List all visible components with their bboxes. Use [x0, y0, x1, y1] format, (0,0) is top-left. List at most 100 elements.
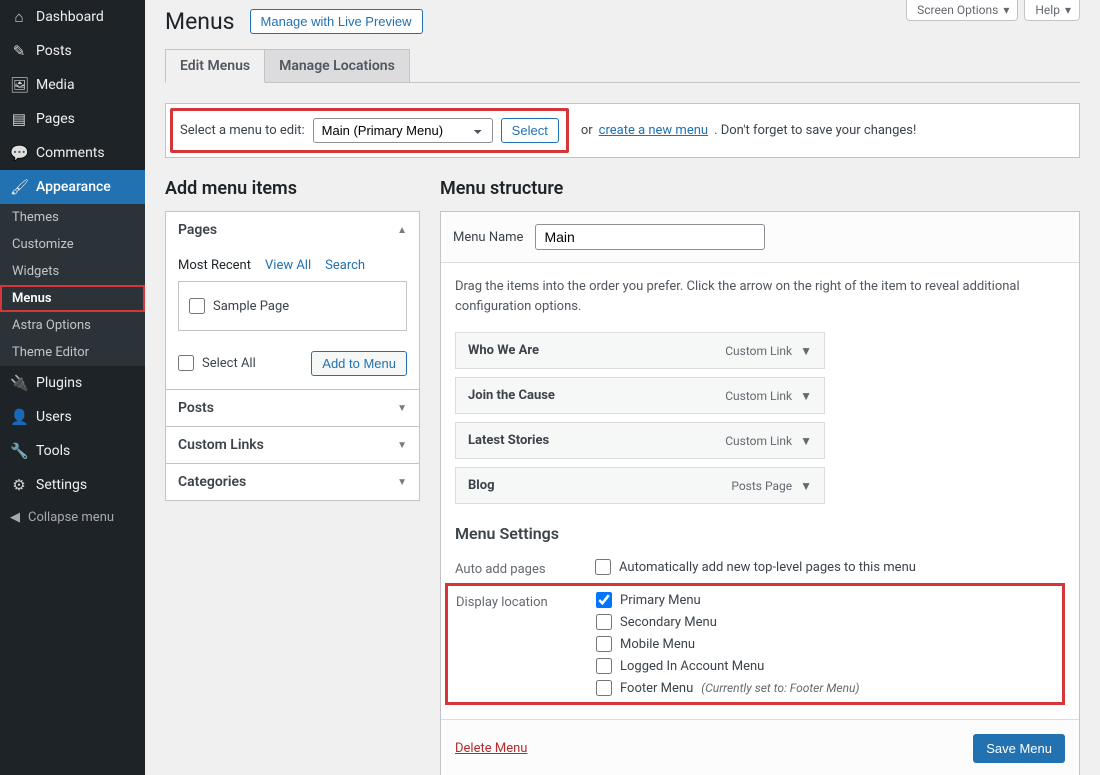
- sidebar-item-comments[interactable]: 💬 Comments: [0, 136, 145, 170]
- sidebar-item-label: Tools: [36, 443, 70, 459]
- select-menu-label: Select a menu to edit:: [180, 123, 305, 138]
- subitem-widgets[interactable]: Widgets: [0, 258, 145, 285]
- menu-item[interactable]: Latest Stories Custom Link ▼: [455, 422, 825, 459]
- chevron-down-icon: ▼: [397, 403, 407, 414]
- page-title: Menus: [165, 8, 235, 35]
- help-toggle[interactable]: Help ▾: [1024, 0, 1080, 21]
- tab-view-all[interactable]: View All: [265, 258, 311, 273]
- categories-panel-toggle[interactable]: Categories ▼: [166, 463, 419, 500]
- checkbox-mobile-menu[interactable]: [596, 636, 612, 652]
- delete-menu-link[interactable]: Delete Menu: [455, 741, 527, 756]
- sidebar-item-tools[interactable]: 🔧 Tools: [0, 434, 145, 468]
- menu-item[interactable]: Blog Posts Page ▼: [455, 467, 825, 504]
- checkbox-secondary-menu[interactable]: [596, 614, 612, 630]
- chevron-down-icon[interactable]: ▼: [800, 389, 812, 403]
- screen-options-toggle[interactable]: Screen Options ▾: [906, 0, 1018, 21]
- menu-name-input[interactable]: [535, 224, 765, 250]
- admin-sidebar: ⌂ Dashboard ✎ Posts 🖼 Media ▤ Pages 💬 Co…: [0, 0, 145, 775]
- menu-item-type: Custom Link: [725, 344, 792, 358]
- pages-filter-tabs: Most Recent View All Search: [178, 258, 407, 273]
- or-text: or: [581, 123, 593, 138]
- sidebar-item-label: Comments: [36, 145, 105, 161]
- menu-item-type: Custom Link: [725, 389, 792, 403]
- page-option-label: Sample Page: [213, 299, 289, 314]
- menu-item[interactable]: Join the Cause Custom Link ▼: [455, 377, 825, 414]
- sidebar-item-users[interactable]: 👤 Users: [0, 400, 145, 434]
- checkbox-sample-page[interactable]: [189, 298, 205, 314]
- chevron-down-icon[interactable]: ▼: [800, 479, 812, 493]
- location-label: Secondary Menu: [620, 615, 717, 630]
- sidebar-item-label: Pages: [36, 111, 75, 127]
- display-location-options: Primary Menu Secondary Menu Mobile Menu: [596, 592, 859, 696]
- select-all-label: Select All: [202, 356, 256, 371]
- checkbox-auto-add-pages[interactable]: [595, 559, 611, 575]
- content-area: Screen Options ▾ Help ▾ Menus Manage wit…: [145, 0, 1100, 775]
- subitem-theme-editor[interactable]: Theme Editor: [0, 339, 145, 366]
- chevron-up-icon: ▲: [397, 225, 407, 236]
- sidebar-item-media[interactable]: 🖼 Media: [0, 68, 145, 102]
- drag-hint: Drag the items into the order you prefer…: [455, 277, 1065, 316]
- menu-item-type: Custom Link: [725, 434, 792, 448]
- live-preview-button[interactable]: Manage with Live Preview: [250, 9, 423, 34]
- top-toggle-buttons: Screen Options ▾ Help ▾: [906, 0, 1080, 21]
- menu-select-highlight: Select a menu to edit: Main (Primary Men…: [170, 108, 569, 153]
- pages-panel-toggle[interactable]: Pages ▲: [166, 212, 419, 248]
- tab-most-recent[interactable]: Most Recent: [178, 258, 251, 273]
- sidebar-item-appearance[interactable]: 🖌 Appearance: [0, 170, 145, 204]
- checkbox-select-all[interactable]: [178, 355, 194, 371]
- footer-menu-note: (Currently set to: Footer Menu): [701, 681, 859, 695]
- sidebar-item-settings[interactable]: ⚙ Settings: [0, 468, 145, 502]
- subitem-customize[interactable]: Customize: [0, 231, 145, 258]
- tab-search[interactable]: Search: [325, 258, 365, 273]
- tab-edit-menus[interactable]: Edit Menus: [165, 49, 265, 83]
- add-items-heading: Add menu items: [165, 178, 420, 199]
- subitem-themes[interactable]: Themes: [0, 204, 145, 231]
- save-menu-button[interactable]: Save Menu: [973, 734, 1065, 763]
- menu-select-dropdown[interactable]: Main (Primary Menu): [313, 118, 493, 143]
- menu-item[interactable]: Who We Are Custom Link ▼: [455, 332, 825, 369]
- location-label: Logged In Account Menu: [620, 659, 764, 674]
- menu-name-label: Menu Name: [453, 230, 523, 245]
- pin-icon: ✎: [10, 42, 28, 60]
- sidebar-item-dashboard[interactable]: ⌂ Dashboard: [0, 0, 145, 34]
- select-button[interactable]: Select: [501, 118, 559, 143]
- gear-icon: ⚙: [10, 476, 28, 494]
- auto-add-option: Automatically add new top-level pages to…: [619, 560, 916, 575]
- chevron-down-icon: ▾: [1003, 3, 1009, 17]
- collapse-menu[interactable]: ◀ Collapse menu: [0, 502, 145, 533]
- create-new-menu-link[interactable]: create a new menu: [599, 123, 708, 138]
- location-label: Primary Menu: [620, 593, 701, 608]
- menu-structure-column: Menu structure Menu Name Drag the items …: [440, 178, 1080, 775]
- custom-links-panel-toggle[interactable]: Custom Links ▼: [166, 426, 419, 463]
- structure-box: Menu Name Drag the items into the order …: [440, 211, 1080, 775]
- checkbox-primary-menu[interactable]: [596, 592, 612, 608]
- subitem-astra-options[interactable]: Astra Options: [0, 312, 145, 339]
- sidebar-item-label: Posts: [36, 43, 72, 59]
- chevron-down-icon[interactable]: ▼: [800, 344, 812, 358]
- brush-icon: 🖌: [10, 178, 28, 196]
- dashboard-icon: ⌂: [10, 8, 28, 26]
- plug-icon: 🔌: [10, 374, 28, 392]
- checkbox-footer-menu[interactable]: [596, 680, 612, 696]
- menu-settings-heading: Menu Settings: [455, 524, 1065, 543]
- chevron-left-icon: ◀: [10, 510, 20, 525]
- structure-heading: Menu structure: [440, 178, 1080, 199]
- tab-manage-locations[interactable]: Manage Locations: [264, 49, 410, 82]
- checkbox-logged-in-menu[interactable]: [596, 658, 612, 674]
- posts-panel-toggle[interactable]: Posts ▼: [166, 389, 419, 426]
- location-label: Mobile Menu: [620, 637, 695, 652]
- add-to-menu-button[interactable]: Add to Menu: [311, 351, 407, 376]
- display-location-label: Display location: [456, 592, 566, 610]
- auto-add-label: Auto add pages: [455, 559, 565, 577]
- tail-text: . Don't forget to save your changes!: [714, 123, 916, 138]
- menu-tabs: Edit Menus Manage Locations: [165, 49, 1080, 83]
- chevron-down-icon: ▾: [1065, 3, 1071, 17]
- subitem-menus[interactable]: Menus: [0, 285, 145, 312]
- chevron-down-icon[interactable]: ▼: [800, 434, 812, 448]
- menu-item-type: Posts Page: [731, 479, 792, 493]
- sidebar-item-plugins[interactable]: 🔌 Plugins: [0, 366, 145, 400]
- user-icon: 👤: [10, 408, 28, 426]
- display-location-row: Display location Primary Menu Secondary …: [445, 583, 1065, 705]
- sidebar-item-posts[interactable]: ✎ Posts: [0, 34, 145, 68]
- sidebar-item-pages[interactable]: ▤ Pages: [0, 102, 145, 136]
